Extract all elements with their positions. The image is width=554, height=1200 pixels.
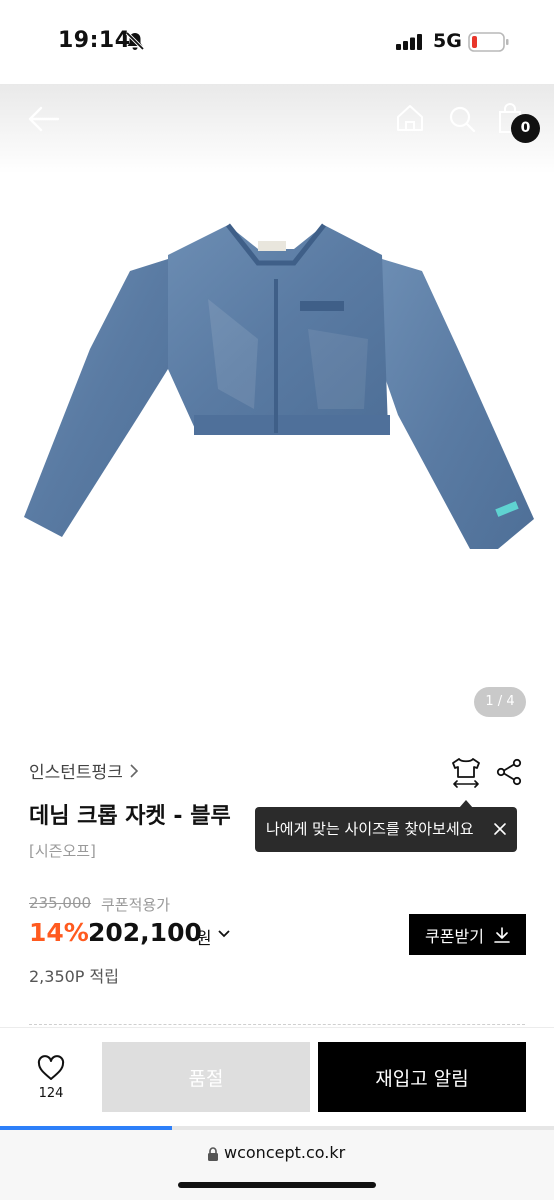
home-icon[interactable] xyxy=(394,102,426,134)
brand-name: 인스턴트펑크 xyxy=(29,763,123,783)
heart-icon[interactable] xyxy=(36,1054,66,1082)
search-icon[interactable] xyxy=(447,104,477,134)
brand-link[interactable]: 인스턴트펑크 xyxy=(29,758,139,783)
product-tag: [시즌오프] xyxy=(29,842,96,860)
home-indicator xyxy=(178,1182,376,1188)
coupon-price-label: 쿠폰적용가 xyxy=(101,896,171,914)
product-image xyxy=(24,223,534,549)
signal-icon xyxy=(396,34,422,50)
wish-count: 124 xyxy=(38,1086,64,1101)
original-price: 235,000 xyxy=(29,894,92,912)
size-tooltip: 나에게 맞는 사이즈를 찾아보세요 xyxy=(255,807,517,852)
currency-label: 원 xyxy=(196,929,212,949)
chevron-right-icon xyxy=(130,763,138,778)
restock-alert-button[interactable]: 재입고 알림 xyxy=(318,1042,526,1112)
product-title: 데님 크롭 자켓 - 블루 xyxy=(29,804,231,829)
status-time: 19:14 xyxy=(58,28,131,53)
lock-icon xyxy=(208,1147,218,1161)
share-icon[interactable] xyxy=(495,758,523,786)
cart-count-badge: 0 xyxy=(511,114,540,143)
product-gallery[interactable]: 0 1 / 4 xyxy=(0,84,554,732)
status-bar: 19:14 5G xyxy=(0,0,554,84)
image-page-indicator: 1 / 4 xyxy=(474,687,526,717)
bell-muted-icon xyxy=(125,31,145,51)
battery-icon xyxy=(468,32,509,52)
coupon-download-button[interactable]: 쿠폰받기 xyxy=(409,914,526,955)
size-tooltip-text: 나에게 맞는 사이즈를 찾아보세요 xyxy=(266,820,474,838)
soldout-button[interactable]: 품절 xyxy=(102,1042,310,1112)
url-text[interactable]: wconcept.co.kr xyxy=(224,1143,345,1162)
discount-rate: 14% xyxy=(29,918,89,947)
chevron-down-icon[interactable] xyxy=(217,929,231,939)
close-icon[interactable] xyxy=(492,821,508,837)
sale-price: 202,100 xyxy=(88,918,202,947)
download-icon xyxy=(494,926,510,943)
size-guide-icon[interactable] xyxy=(449,756,483,788)
network-label: 5G xyxy=(433,30,462,52)
back-arrow-icon[interactable] xyxy=(26,104,60,134)
section-divider xyxy=(29,1024,525,1025)
browser-url-bar[interactable] xyxy=(0,1130,554,1200)
reward-points: 2,350P 적립 xyxy=(29,967,119,986)
coupon-button-label: 쿠폰받기 xyxy=(425,926,484,946)
